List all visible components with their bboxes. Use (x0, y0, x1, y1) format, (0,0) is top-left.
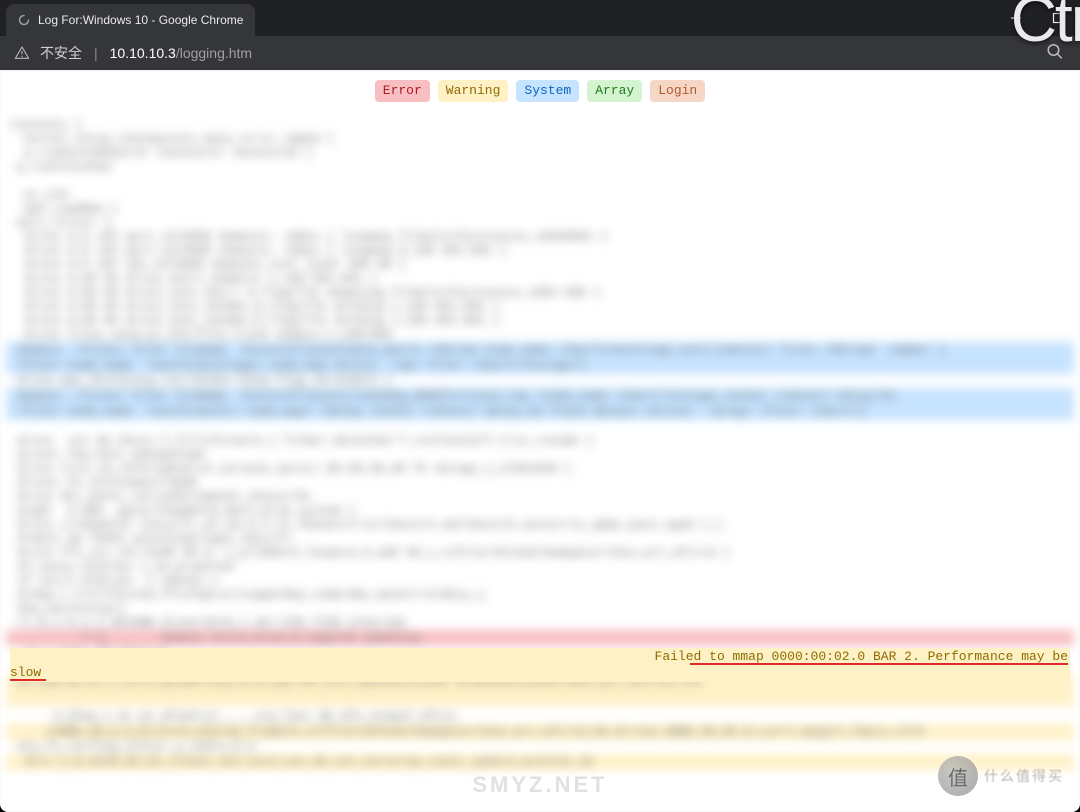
log-output: contents { kernel_setup_checkpoints_main… (10, 118, 1070, 792)
filter-login[interactable]: Login (650, 80, 705, 102)
watermark-right-text: 什么值得买 (984, 766, 1064, 786)
tab-title: Log For:Windows 10 - Google Chrome (38, 13, 243, 27)
log-warning-text-right: Failed to mmap 0000:00:02.0 BAR 2. Perfo… (655, 649, 1068, 664)
address-bar[interactable]: 不安全 | 10.10.10.3/logging.htm (0, 36, 1080, 70)
url-host: 10.10.10.3 (110, 45, 176, 61)
filter-array[interactable]: Array (587, 80, 642, 102)
url: 10.10.10.3/logging.htm (110, 45, 252, 61)
insecure-label: 不安全 (40, 43, 82, 63)
log-warning-line-2: slow (10, 664, 1070, 682)
window-controls (1002, 0, 1072, 36)
error-underline-2 (10, 679, 46, 681)
titlebar: Log For:Windows 10 - Google Chrome Ctr (0, 0, 1080, 36)
loading-spinner-icon (18, 14, 30, 26)
minimize-button[interactable] (1002, 4, 1030, 32)
search-icon[interactable] (1046, 43, 1064, 64)
maximize-button[interactable] (1044, 4, 1072, 32)
log-filter-row: Error Warning System Array Login (0, 70, 1080, 110)
address-separator: | (94, 45, 98, 61)
browser-window: Log For:Windows 10 - Google Chrome Ctr 不… (0, 0, 1080, 812)
filter-warning[interactable]: Warning (438, 80, 509, 102)
log-warning-text-line2: slow (10, 665, 41, 680)
filter-system[interactable]: System (516, 80, 579, 102)
filter-error[interactable]: Error (375, 80, 430, 102)
watermark-right: 值 什么值得买 (914, 752, 1064, 800)
url-path: /logging.htm (176, 45, 252, 61)
insecure-warning-icon (14, 45, 30, 61)
browser-tab[interactable]: Log For:Windows 10 - Google Chrome (6, 4, 255, 36)
watermark-badge-icon: 值 (938, 756, 978, 796)
watermark-center: SMYZ.NET (472, 772, 607, 798)
page-content: Error Warning System Array Login content… (0, 70, 1080, 812)
